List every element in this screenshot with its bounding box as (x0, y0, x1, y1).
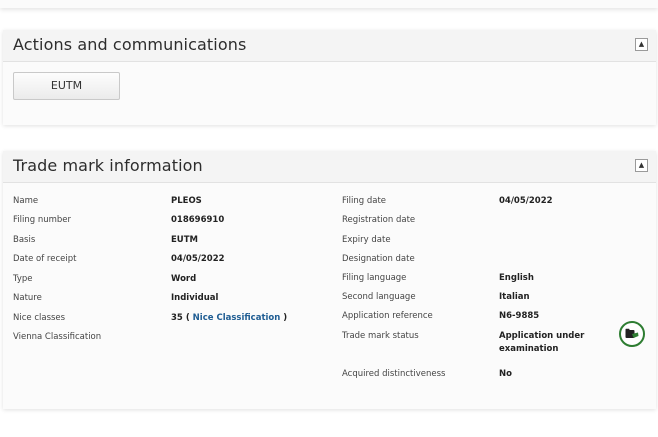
expiry-date-label: Expiry date (342, 235, 391, 245)
actions-panel-header: Actions and communications ▲ (3, 30, 656, 62)
trade-mark-collapse-icon[interactable]: ▲ (635, 159, 648, 172)
nice-close-paren: ) (283, 313, 288, 323)
actions-panel-title: Actions and communications (13, 35, 247, 54)
trade-mark-panel-title: Trade mark information (13, 156, 203, 175)
nice-class-number: 35 (171, 313, 183, 323)
eutm-button[interactable]: EUTM (13, 72, 120, 100)
nature-value: Individual (171, 293, 219, 303)
basis-value: EUTM (171, 235, 198, 245)
trade-mark-panel: Trade mark information ▲ (3, 151, 656, 409)
trade-mark-status-line2: examination (499, 344, 559, 354)
status-application-icon[interactable] (619, 321, 645, 347)
basis-label: Basis (13, 235, 36, 245)
vienna-classification-label: Vienna Classification (13, 332, 102, 342)
filing-language-label: Filing language (342, 273, 407, 283)
nice-open-paren: ( (185, 313, 190, 323)
previous-panel-edge (0, 0, 658, 8)
nice-classes-label: Nice classes (13, 313, 66, 323)
nice-classes-value: 35 ( Nice Classification ) (171, 313, 287, 323)
actions-panel: Actions and communications ▲ EUTM (3, 30, 656, 125)
folder-hand-icon (625, 328, 639, 338)
name-value: PLEOS (171, 196, 202, 206)
trade-mark-panel-header: Trade mark information ▲ (3, 151, 656, 183)
acquired-distinctiveness-value: No (499, 369, 512, 379)
application-reference-label: Application reference (342, 311, 433, 321)
second-language-value: Italian (499, 292, 530, 302)
type-label: Type (13, 274, 33, 284)
acquired-distinctiveness-label: Acquired distinctiveness (342, 369, 446, 379)
filing-date-label: Filing date (342, 196, 387, 206)
filing-number-value: 018696910 (171, 215, 225, 225)
designation-date-label: Designation date (342, 254, 415, 264)
trade-mark-status-line1: Application under (499, 331, 585, 341)
nature-label: Nature (13, 293, 42, 303)
actions-collapse-icon[interactable]: ▲ (635, 38, 648, 51)
filing-language-value: English (499, 273, 534, 283)
nice-classification-link[interactable]: Nice Classification (193, 313, 281, 323)
filing-date-value: 04/05/2022 (499, 196, 553, 206)
application-reference-value: N6-9885 (499, 311, 540, 321)
trade-mark-status-label: Trade mark status (342, 331, 419, 341)
type-value: Word (171, 274, 197, 284)
date-of-receipt-label: Date of receipt (13, 254, 77, 264)
date-of-receipt-value: 04/05/2022 (171, 254, 225, 264)
registration-date-label: Registration date (342, 215, 416, 225)
filing-number-label: Filing number (13, 215, 72, 225)
name-label: Name (13, 196, 39, 206)
second-language-label: Second language (342, 292, 416, 302)
